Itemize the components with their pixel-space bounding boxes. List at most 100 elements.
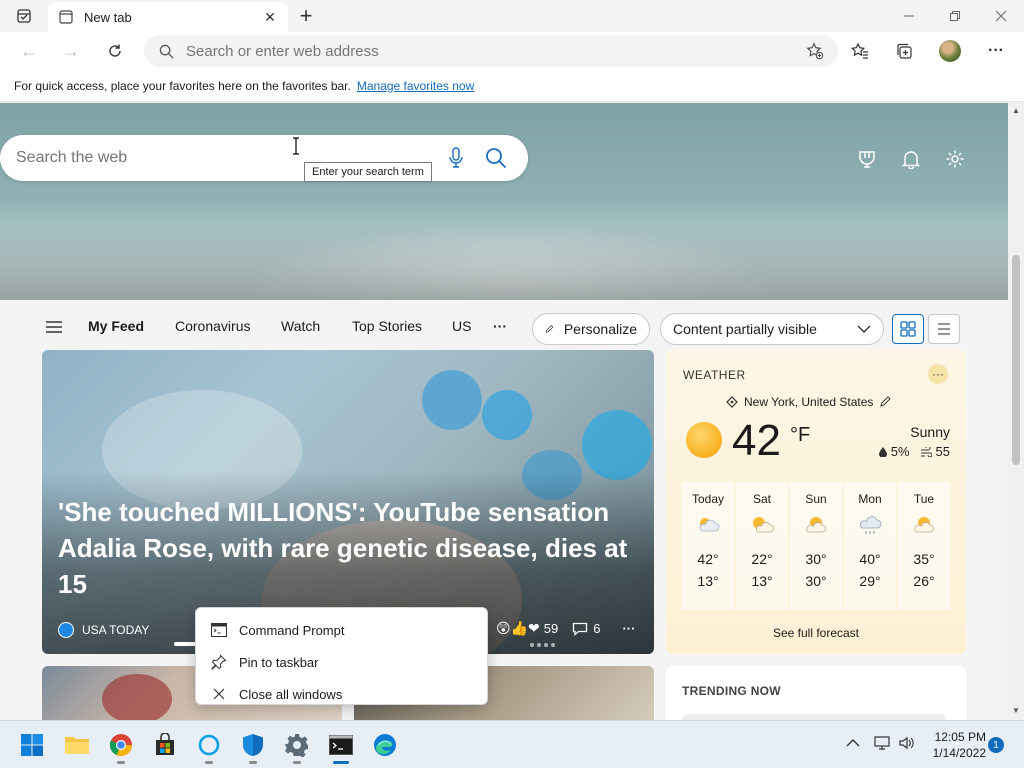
feed-tab-top-stories[interactable]: Top Stories [352, 318, 422, 334]
clock-time: 12:05 PM [934, 730, 986, 744]
forward-arrow-icon[interactable]: → [56, 36, 86, 66]
weather-label: WEATHER [683, 368, 746, 382]
jump-list-label: Pin to taskbar [239, 654, 319, 670]
settings-app[interactable] [281, 729, 313, 764]
content-visibility-label: Content partially visible [673, 321, 817, 337]
chevron-up-icon[interactable] [846, 738, 860, 748]
feed-tab-watch[interactable]: Watch [281, 318, 320, 334]
trending-now-card[interactable]: TRENDING NOW [666, 666, 966, 720]
page-settings-gear-icon[interactable] [943, 147, 967, 171]
forecast-row: Today 42° 13° Sat 22° 13° Sun 30° 30° Mo… [682, 482, 950, 610]
windows-logo-icon [21, 734, 43, 756]
new-tab-plus-icon[interactable]: + [294, 3, 318, 28]
edge-icon [374, 734, 396, 756]
favorites-bar: For quick access, place your favorites h… [0, 70, 1024, 102]
address-bar[interactable] [144, 35, 838, 67]
forecast-day[interactable]: Today 42° 13° [682, 482, 734, 610]
location-icon [726, 396, 738, 408]
volume-icon[interactable] [898, 735, 914, 751]
tab-actions-button[interactable] [8, 6, 40, 26]
content-visibility-dropdown[interactable]: Content partially visible [660, 313, 884, 345]
close-window-icon[interactable] [978, 0, 1024, 32]
forecast-day[interactable]: Sat 22° 13° [736, 482, 788, 610]
settings-more-icon[interactable]: ··· [982, 37, 1010, 65]
rewards-icon[interactable] [855, 147, 879, 171]
notifications-bell-icon[interactable] [899, 147, 923, 171]
start-button[interactable] [16, 729, 48, 761]
personalize-button[interactable]: Personalize [532, 313, 650, 345]
jump-list-command-prompt[interactable]: Command Prompt [196, 614, 487, 646]
text-cursor-icon [293, 137, 299, 155]
background-image [0, 103, 1008, 300]
feed-more-icon[interactable]: ··· [493, 318, 507, 334]
favorites-icon[interactable] [846, 37, 874, 65]
restore-icon[interactable] [932, 0, 978, 32]
refresh-icon[interactable] [100, 36, 130, 66]
scroll-up-icon[interactable]: ▲ [1011, 106, 1021, 116]
microsoft-store-app[interactable] [149, 729, 181, 761]
jump-list-pin-to-taskbar[interactable]: Pin to taskbar [196, 646, 487, 678]
reaction-emoji-icon[interactable]: 😲👍❤ [496, 620, 540, 637]
back-arrow-icon[interactable]: ← [14, 36, 44, 66]
minimize-icon[interactable] [886, 0, 932, 32]
comment-icon[interactable] [572, 622, 588, 636]
command-prompt-app[interactable] [325, 729, 357, 764]
trending-label: TRENDING NOW [682, 684, 781, 698]
profile-avatar[interactable] [936, 37, 964, 65]
title-bar: New tab ✕ + [0, 0, 1024, 32]
sunny-icon [686, 422, 722, 458]
list-layout-button[interactable] [928, 314, 960, 344]
new-tab-page: Enter your search term My Feed Coronavir… [0, 103, 1008, 720]
windows-security-app[interactable] [237, 729, 269, 764]
weather-more-icon[interactable]: ··· [928, 364, 948, 384]
tab-title: New tab [84, 9, 132, 25]
store-bag-icon [156, 733, 174, 755]
article-headline[interactable]: 'She touched MILLIONS': YouTube sensatio… [58, 494, 648, 602]
forecast-day[interactable]: Tue 35° 26° [898, 482, 950, 610]
system-clock[interactable]: 12:05 PM 1/14/2022 [920, 729, 986, 761]
file-explorer-app[interactable] [61, 729, 93, 761]
tab-close-icon[interactable]: ✕ [262, 9, 278, 25]
partly-sunny-icon [914, 517, 934, 533]
page-scrollbar[interactable]: ▲ ▼ [1008, 103, 1024, 720]
feed-tab-coronavirus[interactable]: Coronavirus [175, 318, 250, 334]
collections-icon[interactable] [890, 37, 918, 65]
see-full-forecast-link[interactable]: See full forecast [666, 626, 966, 640]
chrome-app[interactable] [105, 729, 137, 764]
weather-card[interactable]: WEATHER ··· New York, United States 42 °… [666, 350, 966, 654]
scrollbar-thumb[interactable] [1012, 255, 1020, 465]
edit-pencil-icon[interactable] [879, 396, 892, 408]
clock-date: 1/14/2022 [932, 746, 986, 760]
add-favorite-icon[interactable] [804, 42, 826, 60]
weather-location-name: New York, United States [744, 395, 874, 409]
search-submit-icon[interactable] [480, 147, 512, 169]
address-input[interactable] [186, 42, 804, 60]
forecast-day[interactable]: Mon 40° 29° [844, 482, 896, 610]
article-more-icon[interactable]: ··· [622, 621, 635, 636]
microphone-icon[interactable] [440, 147, 472, 169]
search-tooltip: Enter your search term [304, 162, 432, 182]
tab-new-tab[interactable]: New tab ✕ [48, 2, 288, 32]
network-icon[interactable] [874, 735, 892, 751]
web-search-box[interactable] [0, 135, 528, 181]
cortana-app[interactable] [193, 729, 225, 764]
cmd-icon [210, 621, 228, 639]
pin-icon [210, 653, 228, 671]
scroll-down-icon[interactable]: ▼ [1011, 706, 1021, 716]
wind-icon [920, 446, 932, 457]
feed-tab-my-feed[interactable]: My Feed [88, 318, 144, 334]
forecast-day[interactable]: Sun 30° 30° [790, 482, 842, 610]
edge-app[interactable] [369, 729, 401, 761]
partly-sunny-icon [699, 518, 720, 532]
running-indicator [117, 761, 125, 764]
notification-badge[interactable]: 1 [988, 737, 1004, 753]
manage-favorites-link[interactable]: Manage favorites now [357, 79, 474, 93]
hamburger-menu-icon[interactable] [44, 318, 64, 336]
jump-list-close-all-windows[interactable]: Close all windows [196, 678, 487, 710]
article-source: USA TODAY [58, 622, 149, 638]
list-icon [938, 323, 950, 335]
feed-tab-us[interactable]: US [452, 318, 471, 334]
grid-layout-button[interactable] [892, 314, 924, 344]
tab-actions-icon [17, 9, 31, 23]
weather-location[interactable]: New York, United States [726, 395, 892, 409]
